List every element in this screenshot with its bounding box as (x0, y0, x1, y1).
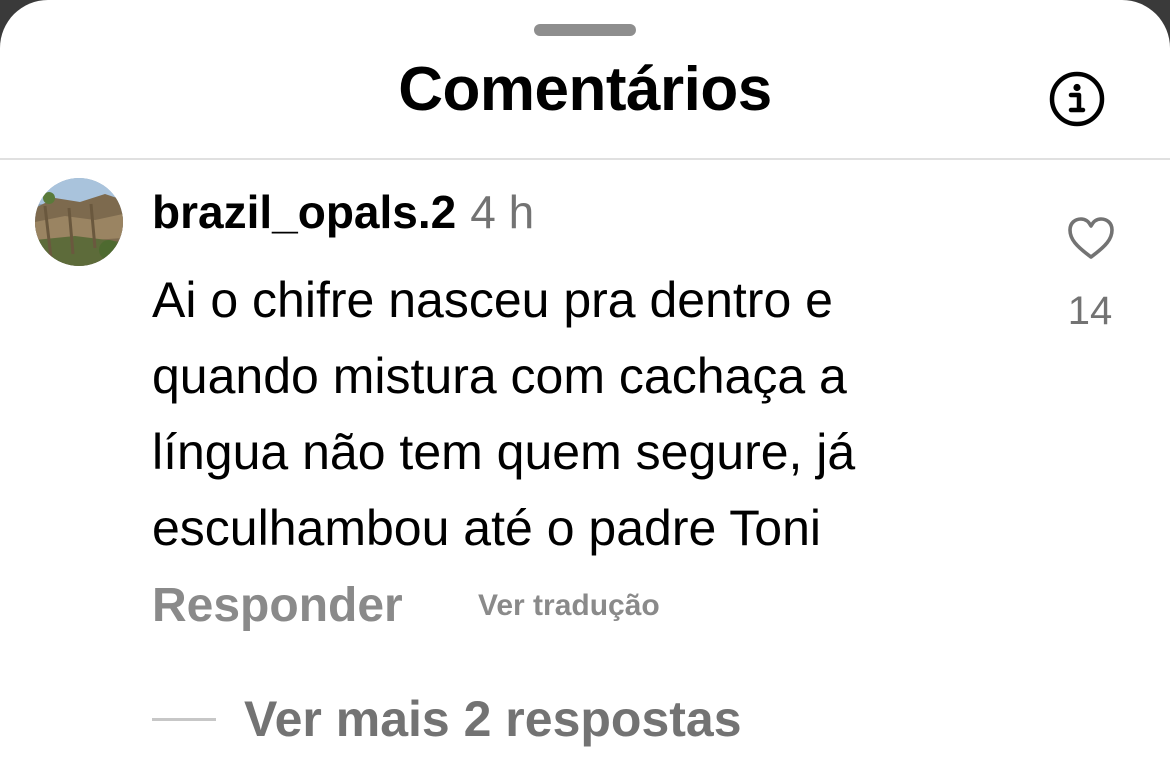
comment-text-line: esculhambou até o padre Toni (152, 500, 821, 556)
heart-outline-icon (1068, 217, 1114, 259)
info-circle-icon (1049, 71, 1105, 127)
comment-timestamp: 4 h (470, 186, 535, 238)
reply-button[interactable]: Responder (152, 576, 403, 636)
sheet-title: Comentários (398, 55, 772, 124)
like-button[interactable] (1066, 214, 1116, 264)
comment-username[interactable]: brazil_opals.2 (152, 186, 456, 238)
comment-text-line: quando mistura com cachaça a (152, 348, 847, 404)
like-count: 14 (1067, 289, 1113, 333)
avatar[interactable] (35, 178, 123, 266)
comments-sheet: Comentários brazil_opals.2 4 h Ai o chif… (0, 0, 1170, 762)
info-button[interactable] (1048, 70, 1106, 128)
comment-text-line: Ai o chifre nasceu pra dentro e (152, 272, 833, 328)
comment-header: brazil_opals.2 4 h (152, 180, 534, 244)
avatar-image (35, 178, 123, 266)
translate-button[interactable]: Ver tradução (478, 584, 660, 628)
comment-text-line: língua não tem quem segure, já (152, 424, 856, 480)
comment-text: Ai o chifre nasceu pra dentro e quando m… (152, 262, 1022, 566)
replies-divider-line (152, 718, 216, 721)
view-more-replies-button[interactable]: Ver mais 2 respostas (244, 686, 742, 752)
sheet-grabber-handle[interactable] (534, 24, 636, 36)
header-divider (0, 158, 1170, 160)
